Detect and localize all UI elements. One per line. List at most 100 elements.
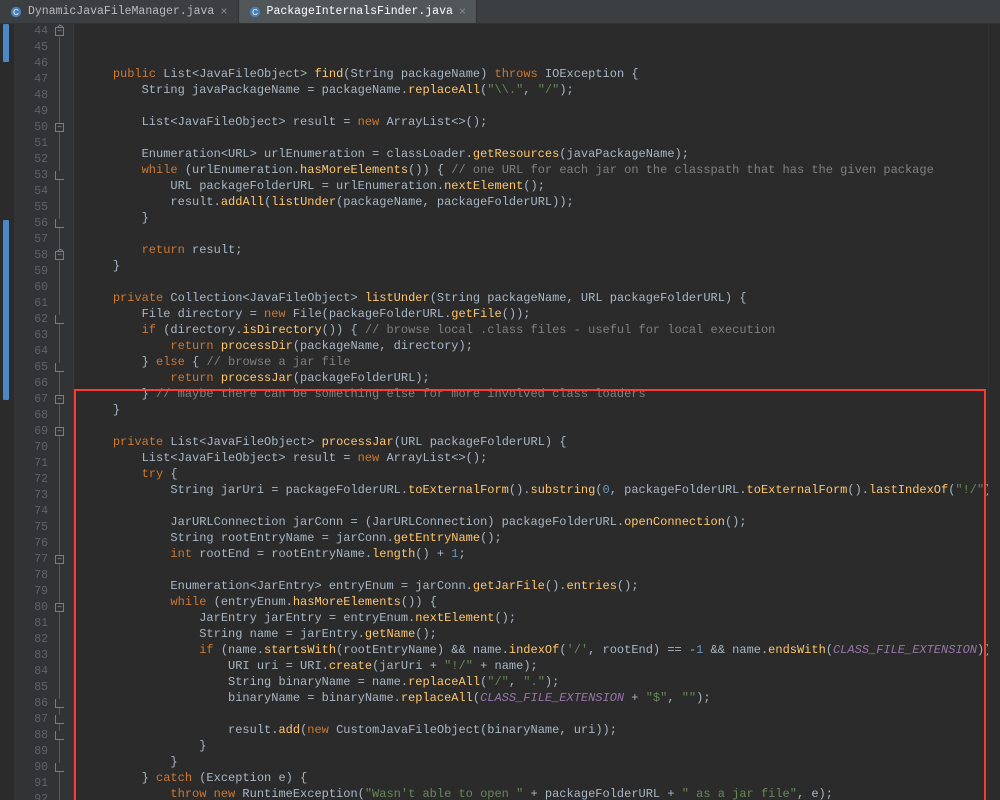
code-line[interactable]: } bbox=[84, 210, 988, 226]
line-number[interactable]: 49 bbox=[14, 104, 48, 120]
code-line[interactable] bbox=[84, 226, 988, 242]
code-line[interactable]: } // maybe there can be something else f… bbox=[84, 386, 988, 402]
fold-toggle-icon[interactable]: − bbox=[55, 251, 64, 260]
line-number[interactable]: 52 bbox=[14, 152, 48, 168]
line-number[interactable]: 61 bbox=[14, 296, 48, 312]
code-line[interactable]: public List<JavaFileObject> find(String … bbox=[84, 66, 988, 82]
code-line[interactable]: private Collection<JavaFileObject> listU… bbox=[84, 290, 988, 306]
code-line[interactable]: String binaryName = name.replaceAll("/",… bbox=[84, 674, 988, 690]
line-number[interactable]: 53 bbox=[14, 168, 48, 184]
line-number[interactable]: 73 bbox=[14, 488, 48, 504]
line-number[interactable]: 55 bbox=[14, 200, 48, 216]
line-number[interactable]: 78 bbox=[14, 568, 48, 584]
code-line[interactable] bbox=[84, 562, 988, 578]
code-line[interactable]: List<JavaFileObject> result = new ArrayL… bbox=[84, 114, 988, 130]
line-number[interactable]: 90 bbox=[14, 760, 48, 776]
line-number[interactable]: 72 bbox=[14, 472, 48, 488]
line-number[interactable]: 54 bbox=[14, 184, 48, 200]
line-number-gutter[interactable]: 4445464748495051525354555657585960616263… bbox=[14, 24, 54, 800]
line-number[interactable]: 65 bbox=[14, 360, 48, 376]
code-line[interactable] bbox=[84, 498, 988, 514]
code-line[interactable]: if (name.startsWith(rootEntryName) && na… bbox=[84, 642, 988, 658]
line-number[interactable]: 74 bbox=[14, 504, 48, 520]
line-number[interactable]: 87 bbox=[14, 712, 48, 728]
line-number[interactable]: 86 bbox=[14, 696, 48, 712]
line-number[interactable]: 71 bbox=[14, 456, 48, 472]
line-number[interactable]: 62 bbox=[14, 312, 48, 328]
code-line[interactable]: result.addAll(listUnder(packageName, pac… bbox=[84, 194, 988, 210]
line-number[interactable]: 59 bbox=[14, 264, 48, 280]
code-line[interactable]: Enumeration<JarEntry> entryEnum = jarCon… bbox=[84, 578, 988, 594]
code-line[interactable]: URI uri = URI.create(jarUri + "!/" + nam… bbox=[84, 658, 988, 674]
code-line[interactable]: String rootEntryName = jarConn.getEntryN… bbox=[84, 530, 988, 546]
line-number[interactable]: 69 bbox=[14, 424, 48, 440]
code-line[interactable] bbox=[84, 706, 988, 722]
code-line[interactable] bbox=[84, 130, 988, 146]
code-line[interactable]: JarURLConnection jarConn = (JarURLConnec… bbox=[84, 514, 988, 530]
code-line[interactable]: } else { // browse a jar file bbox=[84, 354, 988, 370]
line-number[interactable]: 79 bbox=[14, 584, 48, 600]
code-line[interactable]: return processDir(packageName, directory… bbox=[84, 338, 988, 354]
fold-toggle-icon[interactable]: − bbox=[55, 27, 64, 36]
code-line[interactable]: } bbox=[84, 738, 988, 754]
code-line[interactable]: while (entryEnum.hasMoreElements()) { bbox=[84, 594, 988, 610]
line-number[interactable]: 70 bbox=[14, 440, 48, 456]
line-number[interactable]: 48 bbox=[14, 88, 48, 104]
fold-toggle-icon[interactable]: − bbox=[55, 603, 64, 612]
line-number[interactable]: 88 bbox=[14, 728, 48, 744]
fold-column[interactable]: @@−−−−−−− bbox=[54, 24, 74, 800]
line-number[interactable]: 77 bbox=[14, 552, 48, 568]
close-icon[interactable]: × bbox=[220, 5, 227, 19]
line-number[interactable]: 64 bbox=[14, 344, 48, 360]
line-number[interactable]: 46 bbox=[14, 56, 48, 72]
line-number[interactable]: 84 bbox=[14, 664, 48, 680]
line-number[interactable]: 50 bbox=[14, 120, 48, 136]
line-number[interactable]: 51 bbox=[14, 136, 48, 152]
code-line[interactable]: List<JavaFileObject> result = new ArrayL… bbox=[84, 450, 988, 466]
code-line[interactable] bbox=[84, 418, 988, 434]
code-line[interactable]: } bbox=[84, 402, 988, 418]
code-line[interactable]: result.add(new CustomJavaFileObject(bina… bbox=[84, 722, 988, 738]
code-line[interactable]: File directory = new File(packageFolderU… bbox=[84, 306, 988, 322]
line-number[interactable]: 58 bbox=[14, 248, 48, 264]
close-icon[interactable]: × bbox=[459, 5, 466, 19]
code-line[interactable] bbox=[84, 98, 988, 114]
line-number[interactable]: 57 bbox=[14, 232, 48, 248]
code-line[interactable]: String javaPackageName = packageName.rep… bbox=[84, 82, 988, 98]
line-number[interactable]: 85 bbox=[14, 680, 48, 696]
fold-toggle-icon[interactable]: − bbox=[55, 395, 64, 404]
code-line[interactable]: } bbox=[84, 754, 988, 770]
code-line[interactable]: String name = jarEntry.getName(); bbox=[84, 626, 988, 642]
line-number[interactable]: 91 bbox=[14, 776, 48, 792]
code-line[interactable]: URL packageFolderURL = urlEnumeration.ne… bbox=[84, 178, 988, 194]
code-line[interactable]: private List<JavaFileObject> processJar(… bbox=[84, 434, 988, 450]
tab-dynamic-java-file-manager[interactable]: C DynamicJavaFileManager.java × bbox=[0, 0, 239, 23]
code-line[interactable]: return processJar(packageFolderURL); bbox=[84, 370, 988, 386]
fold-toggle-icon[interactable]: − bbox=[55, 123, 64, 132]
line-number[interactable]: 83 bbox=[14, 648, 48, 664]
code-line[interactable]: int rootEnd = rootEntryName.length() + 1… bbox=[84, 546, 988, 562]
line-number[interactable]: 92 bbox=[14, 792, 48, 800]
code-line[interactable]: if (directory.isDirectory()) { // browse… bbox=[84, 322, 988, 338]
code-line[interactable]: try { bbox=[84, 466, 988, 482]
code-line[interactable]: } catch (Exception e) { bbox=[84, 770, 988, 786]
line-number[interactable]: 82 bbox=[14, 632, 48, 648]
fold-toggle-icon[interactable]: − bbox=[55, 555, 64, 564]
line-number[interactable]: 80 bbox=[14, 600, 48, 616]
line-number[interactable]: 75 bbox=[14, 520, 48, 536]
line-number[interactable]: 66 bbox=[14, 376, 48, 392]
fold-toggle-icon[interactable]: − bbox=[55, 427, 64, 436]
code-line[interactable]: Enumeration<URL> urlEnumeration = classL… bbox=[84, 146, 988, 162]
line-number[interactable]: 47 bbox=[14, 72, 48, 88]
error-stripe[interactable] bbox=[988, 24, 1000, 800]
line-number[interactable]: 67 bbox=[14, 392, 48, 408]
code-line[interactable]: String jarUri = packageFolderURL.toExter… bbox=[84, 482, 988, 498]
line-number[interactable]: 81 bbox=[14, 616, 48, 632]
tab-package-internals-finder[interactable]: C PackageInternalsFinder.java × bbox=[239, 0, 478, 23]
line-number[interactable]: 68 bbox=[14, 408, 48, 424]
code-line[interactable]: return result; bbox=[84, 242, 988, 258]
code-editor[interactable]: public List<JavaFileObject> find(String … bbox=[74, 24, 988, 800]
code-line[interactable]: } bbox=[84, 258, 988, 274]
code-line[interactable]: while (urlEnumeration.hasMoreElements())… bbox=[84, 162, 988, 178]
line-number[interactable]: 76 bbox=[14, 536, 48, 552]
